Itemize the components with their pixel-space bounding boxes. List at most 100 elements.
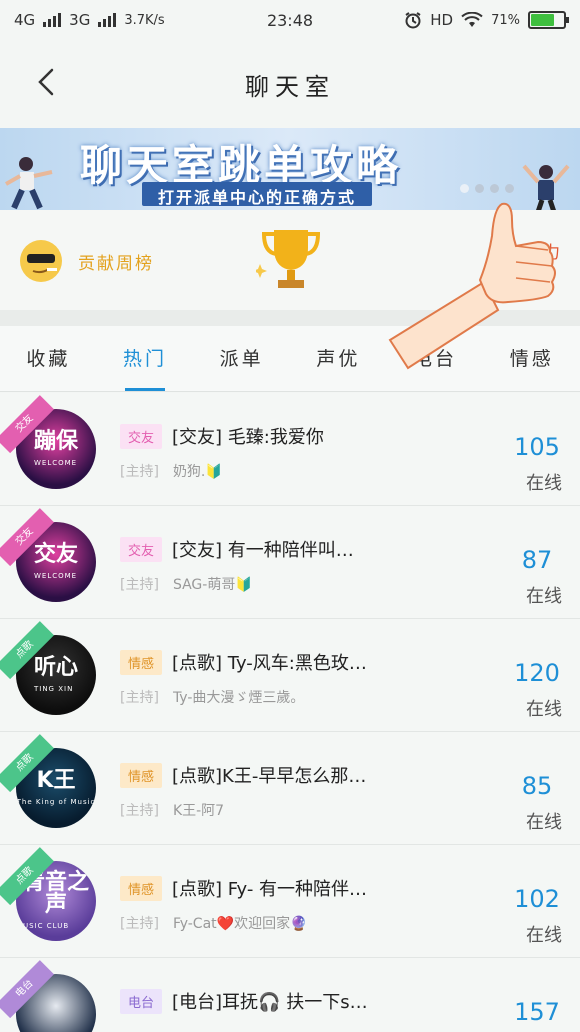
room-row[interactable]: 电台 电台 [电台]耳抚🎧 扶一下s… 157 <box>0 958 580 1032</box>
room-host-line: [主持] K王-阿7 <box>120 800 430 820</box>
room-title: [交友] 有一种陪伴叫… <box>172 540 354 561</box>
status-right: HD 71% <box>404 11 569 29</box>
room-title-line: 情感 [点歌] Ty-风车:黑色玫… <box>120 649 430 675</box>
wifi-icon <box>461 12 483 27</box>
online-label: 在线 <box>526 473 562 494</box>
room-info: 情感 [点歌] Ty-风车:黑色玫… [主持] Ty-曲大漫ゞ煙三歲。 <box>120 649 430 707</box>
status-left: 4G 3G 3.7K/s <box>14 11 165 29</box>
room-title-line: 交友 [交友] 有一种陪伴叫… <box>120 536 430 562</box>
room-row[interactable]: 交友 WELCOME 交友 交友 [交友] 有一种陪伴叫… [主持] SAG-萌… <box>0 506 580 619</box>
room-category-tag: 交友 <box>120 536 163 562</box>
room-info: 电台 [电台]耳抚🎧 扶一下s… <box>120 988 430 1026</box>
signal-4g-icon <box>43 13 62 27</box>
avatar-caption: WELCOME <box>33 572 78 580</box>
avatar-caption: The King of Music <box>16 798 96 806</box>
avatar-caption: TING XIN <box>33 685 74 693</box>
room-title-line: 情感 [点歌] Fy- 有一种陪伴… <box>120 875 430 901</box>
banner-dot <box>475 184 484 193</box>
room-host-line: [主持] SAG-萌哥🔰 <box>120 574 430 594</box>
room-info: 交友 [交友] 毛臻:我爱你 [主持] 奶狗.🔰 <box>120 423 430 481</box>
online-count: 157 <box>514 998 560 1026</box>
tab-5[interactable]: 情感 <box>483 326 580 391</box>
room-title: [电台]耳抚🎧 扶一下s… <box>172 992 368 1013</box>
room-title-line: 电台 [电台]耳抚🎧 扶一下s… <box>120 988 430 1014</box>
tab-1[interactable]: 热门 <box>97 326 194 391</box>
room-row[interactable]: 蹦保 WELCOME 交友 交友 [交友] 毛臻:我爱你 [主持] 奶狗.🔰 1… <box>0 393 580 506</box>
room-category-tag: 情感 <box>120 649 163 675</box>
hd-label: HD <box>430 11 454 29</box>
room-category-tag: 情感 <box>120 875 163 901</box>
room-title-line: 交友 [交友] 毛臻:我爱你 <box>120 423 430 449</box>
room-row[interactable]: 青音之声 MUSIC CLUB 点歌 情感 [点歌] Fy- 有一种陪伴… [主… <box>0 845 580 958</box>
network-speed: 3.7K/s <box>124 12 165 28</box>
room-info: 交友 [交友] 有一种陪伴叫… [主持] SAG-萌哥🔰 <box>120 536 430 594</box>
online-label: 在线 <box>526 812 562 833</box>
tab-2[interactable]: 派单 <box>193 326 290 391</box>
host-label: [主持] <box>120 803 159 819</box>
banner-dot <box>490 184 499 193</box>
online-count: 105 <box>514 433 560 461</box>
online-count: 102 <box>514 885 560 913</box>
host-name: 奶狗.🔰 <box>172 464 223 480</box>
host-label: [主持] <box>120 916 159 932</box>
network-4g-label: 4G <box>14 11 36 29</box>
room-list: 蹦保 WELCOME 交友 交友 [交友] 毛臻:我爱你 [主持] 奶狗.🔰 1… <box>0 393 580 1032</box>
room-title: [点歌] Fy- 有一种陪伴… <box>172 879 368 900</box>
online-count: 87 <box>521 546 553 574</box>
host-name: K王-阿7 <box>172 803 225 819</box>
room-row[interactable]: 听心 TING XIN 点歌 情感 [点歌] Ty-风车:黑色玫… [主持] T… <box>0 619 580 732</box>
online-count: 85 <box>521 772 553 800</box>
avatar-text: 交友 <box>33 542 78 567</box>
battery-percent: 71% <box>491 12 520 28</box>
alarm-icon <box>405 12 421 29</box>
room-category-tag: 交友 <box>120 423 163 449</box>
room-host-line: [主持] 奶狗.🔰 <box>120 461 430 481</box>
signal-3g-icon <box>98 13 117 27</box>
back-icon[interactable] <box>28 62 68 102</box>
avatar-caption: MUSIC CLUB <box>16 922 70 930</box>
header: 聊天室 <box>0 40 580 128</box>
online-label: 在线 <box>526 925 562 946</box>
battery-fill <box>531 14 554 26</box>
trophy-icon <box>256 230 321 288</box>
dancer-figure-icon <box>5 157 53 210</box>
room-row[interactable]: K王 The King of Music 点歌 情感 [点歌]K王-早早怎么那…… <box>0 732 580 845</box>
contribution-rank[interactable]: 贡献周榜 <box>18 238 154 284</box>
room-title: [点歌]K王-早早怎么那… <box>172 766 367 787</box>
host-label: [主持] <box>120 690 159 706</box>
avatar-text: 蹦保 <box>33 429 78 454</box>
status-bar: 4G 3G 3.7K/s 23:48 HD 71% <box>0 0 580 40</box>
room-title-line: 情感 [点歌]K王-早早怎么那… <box>120 762 430 788</box>
page-title: 聊天室 <box>245 72 335 101</box>
online-label: 在线 <box>526 586 562 607</box>
promo-banner[interactable]: 聊天室跳单攻略 打开派单中心的正确方式 <box>0 128 580 210</box>
avatar-text: 听心 <box>33 655 78 680</box>
room-title: [点歌] Ty-风车:黑色玫… <box>172 653 367 674</box>
tab-4[interactable]: 电台 <box>387 326 484 391</box>
category-tabs: 收藏 热门 派单 声优 电台 情感 <box>0 326 580 392</box>
battery-icon <box>528 11 569 29</box>
banner-dot <box>505 184 514 193</box>
banner-dot <box>460 184 469 193</box>
network-3g-label: 3G <box>69 11 91 29</box>
host-name: Fy-Cat❤️欢迎回家🔮 <box>172 916 308 932</box>
charm-rank-label: 魅力 <box>524 243 562 263</box>
tab-3[interactable]: 声优 <box>290 326 387 391</box>
cheering-figure-icon <box>522 164 570 210</box>
section-divider <box>0 310 580 326</box>
online-label: 在线 <box>526 699 562 720</box>
room-category-tag: 情感 <box>120 762 163 788</box>
room-title: [交友] 毛臻:我爱你 <box>172 427 324 448</box>
contribution-rank-label: 贡献周榜 <box>78 253 154 274</box>
avatar-caption: WELCOME <box>33 459 78 467</box>
host-label: [主持] <box>120 464 159 480</box>
banner-subtitle: 打开派单中心的正确方式 <box>142 182 373 207</box>
online-count: 120 <box>514 659 560 687</box>
tab-0[interactable]: 收藏 <box>0 326 97 391</box>
charm-rank[interactable]: 魅力 <box>524 238 562 263</box>
room-info: 情感 [点歌] Fy- 有一种陪伴… [主持] Fy-Cat❤️欢迎回家🔮 <box>120 875 430 933</box>
room-host-line: [主持] Ty-曲大漫ゞ煙三歲。 <box>120 687 430 707</box>
host-name: SAG-萌哥🔰 <box>172 577 253 593</box>
room-category-tag: 电台 <box>120 988 163 1014</box>
room-host-line: [主持] Fy-Cat❤️欢迎回家🔮 <box>120 913 430 933</box>
